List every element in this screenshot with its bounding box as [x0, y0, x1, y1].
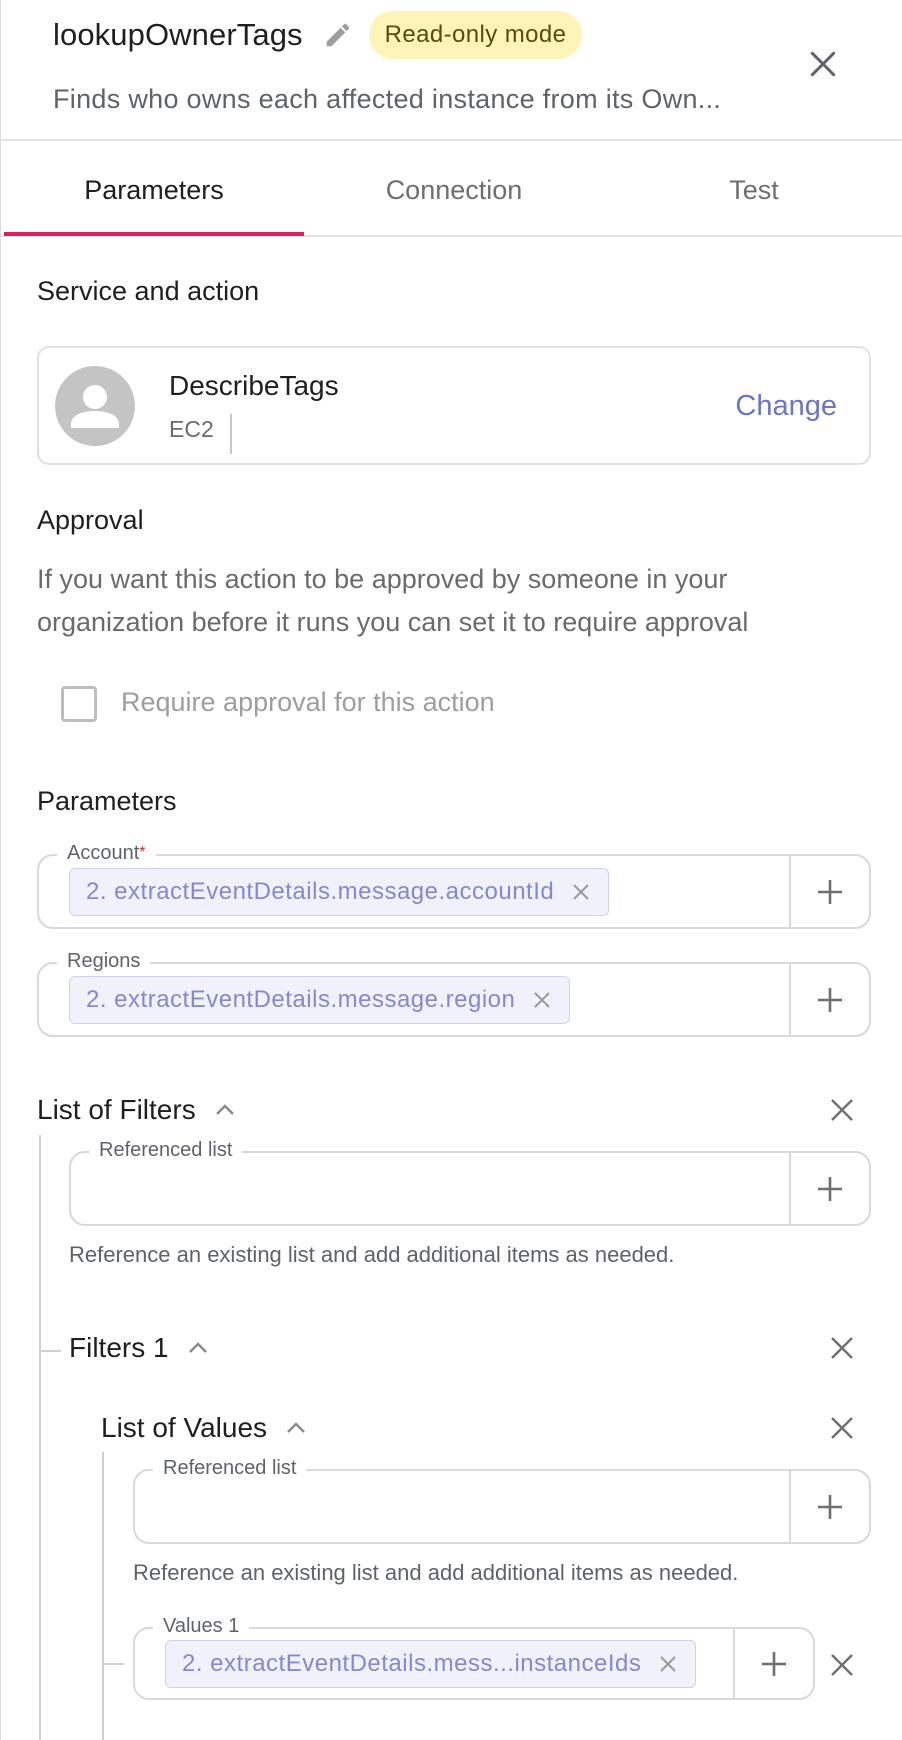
- referenced-list-label: Referenced list: [153, 1456, 307, 1480]
- regions-chip-text: 2. extractEventDetails.message.region: [86, 986, 516, 1013]
- list-of-filters-header: List of Filters: [37, 1094, 236, 1126]
- tab-parameters[interactable]: Parameters: [4, 143, 304, 237]
- tree-branch: [39, 1350, 61, 1352]
- approval-description: If you want this action to be approved b…: [37, 564, 749, 637]
- active-tab-indicator: [4, 232, 304, 236]
- action-name: DescribeTags: [169, 370, 339, 401]
- regions-field[interactable]: Regions 2. extractEventDetails.message.r…: [37, 949, 871, 1037]
- service-section-title: Service and action: [37, 276, 260, 306]
- remove-list-of-filters-button[interactable]: [827, 1095, 857, 1125]
- close-icon: [831, 1099, 853, 1121]
- close-icon: [831, 1654, 853, 1676]
- remove-chip-icon[interactable]: [657, 1653, 679, 1675]
- add-filter-reference-button[interactable]: [789, 1153, 869, 1224]
- values-1-label: Values 1: [153, 1614, 250, 1638]
- tab-test[interactable]: Test: [604, 143, 902, 237]
- account-chip[interactable]: 2. extractEventDetails.message.accountId: [69, 868, 610, 916]
- add-value-button[interactable]: [733, 1629, 813, 1698]
- action-title: lookupOwnerTags: [53, 17, 303, 52]
- tab-connection[interactable]: Connection: [304, 143, 604, 237]
- regions-chip[interactable]: 2. extractEventDetails.message.region: [69, 976, 571, 1024]
- account-chip-text: 2. extractEventDetails.message.accountId: [86, 878, 555, 905]
- collapse-chevron-up-icon[interactable]: [187, 1341, 209, 1355]
- values-help-text: Reference an existing list and add addit…: [133, 1560, 739, 1585]
- require-approval-checkbox[interactable]: [61, 686, 97, 722]
- add-value-reference-button[interactable]: [789, 1471, 869, 1542]
- account-field[interactable]: Account* 2. extractEventDetails.message.…: [37, 841, 871, 929]
- service-card: DescribeTags EC2 Change: [37, 346, 871, 465]
- plus-icon: [818, 879, 842, 904]
- filters-1-header: Filters 1: [69, 1332, 209, 1364]
- list-of-filters-title: List of Filters: [37, 1094, 196, 1125]
- values-referenced-list-field[interactable]: Referenced list: [133, 1456, 871, 1544]
- add-region-button[interactable]: [789, 964, 869, 1035]
- add-account-button[interactable]: [789, 856, 869, 927]
- remove-values-1-button[interactable]: [827, 1650, 857, 1680]
- change-button[interactable]: Change: [735, 390, 837, 423]
- tree-line: [102, 1452, 104, 1740]
- collapse-chevron-up-icon[interactable]: [285, 1421, 307, 1435]
- remove-chip-icon[interactable]: [570, 881, 592, 903]
- plus-icon: [762, 1651, 786, 1676]
- account-label: Account*: [57, 841, 156, 865]
- values-1-chip-text: 2. extractEventDetails.mess...instanceId…: [182, 1650, 642, 1677]
- plus-icon: [818, 1494, 842, 1519]
- referenced-list-label: Referenced list: [89, 1138, 243, 1162]
- remove-filters-1-button[interactable]: [827, 1333, 857, 1363]
- filters-help-text: Reference an existing list and add addit…: [69, 1242, 675, 1267]
- close-panel-button[interactable]: [801, 42, 845, 86]
- approval-section-title: Approval: [37, 505, 144, 535]
- service-name: EC2: [169, 414, 232, 454]
- list-of-values-header: List of Values: [101, 1412, 307, 1444]
- close-icon: [831, 1337, 853, 1359]
- values-1-chip[interactable]: 2. extractEventDetails.mess...instanceId…: [165, 1640, 697, 1688]
- service-avatar-icon: [55, 366, 135, 446]
- close-icon: [810, 51, 836, 77]
- list-of-values-title: List of Values: [101, 1412, 268, 1443]
- read-only-badge: Read-only mode: [368, 11, 583, 59]
- plus-icon: [818, 1176, 842, 1201]
- tab-bar: Parameters Connection Test: [1, 143, 902, 237]
- tree-branch: [102, 1663, 124, 1665]
- remove-list-of-values-button[interactable]: [827, 1413, 857, 1443]
- collapse-chevron-up-icon[interactable]: [214, 1103, 236, 1117]
- action-config-panel: lookupOwnerTags Read-only mode Finds who…: [0, 0, 902, 1740]
- close-icon: [831, 1417, 853, 1439]
- edit-pencil-icon[interactable]: [321, 18, 355, 52]
- action-description: Finds who owns each affected instance fr…: [53, 84, 722, 114]
- require-approval-label: Require approval for this action: [121, 687, 495, 717]
- title-row: lookupOwnerTags Read-only mode: [53, 10, 583, 60]
- filters-referenced-list-field[interactable]: Referenced list: [69, 1138, 871, 1226]
- regions-label: Regions: [57, 949, 151, 973]
- values-1-field[interactable]: Values 1 2. extractEventDetails.mess...i…: [133, 1614, 815, 1700]
- tree-line: [39, 1135, 41, 1740]
- parameters-section-title: Parameters: [37, 786, 177, 816]
- panel-header: lookupOwnerTags Read-only mode Finds who…: [1, 0, 902, 141]
- plus-icon: [818, 987, 842, 1012]
- filters-1-title: Filters 1: [69, 1332, 169, 1363]
- remove-chip-icon[interactable]: [531, 989, 553, 1011]
